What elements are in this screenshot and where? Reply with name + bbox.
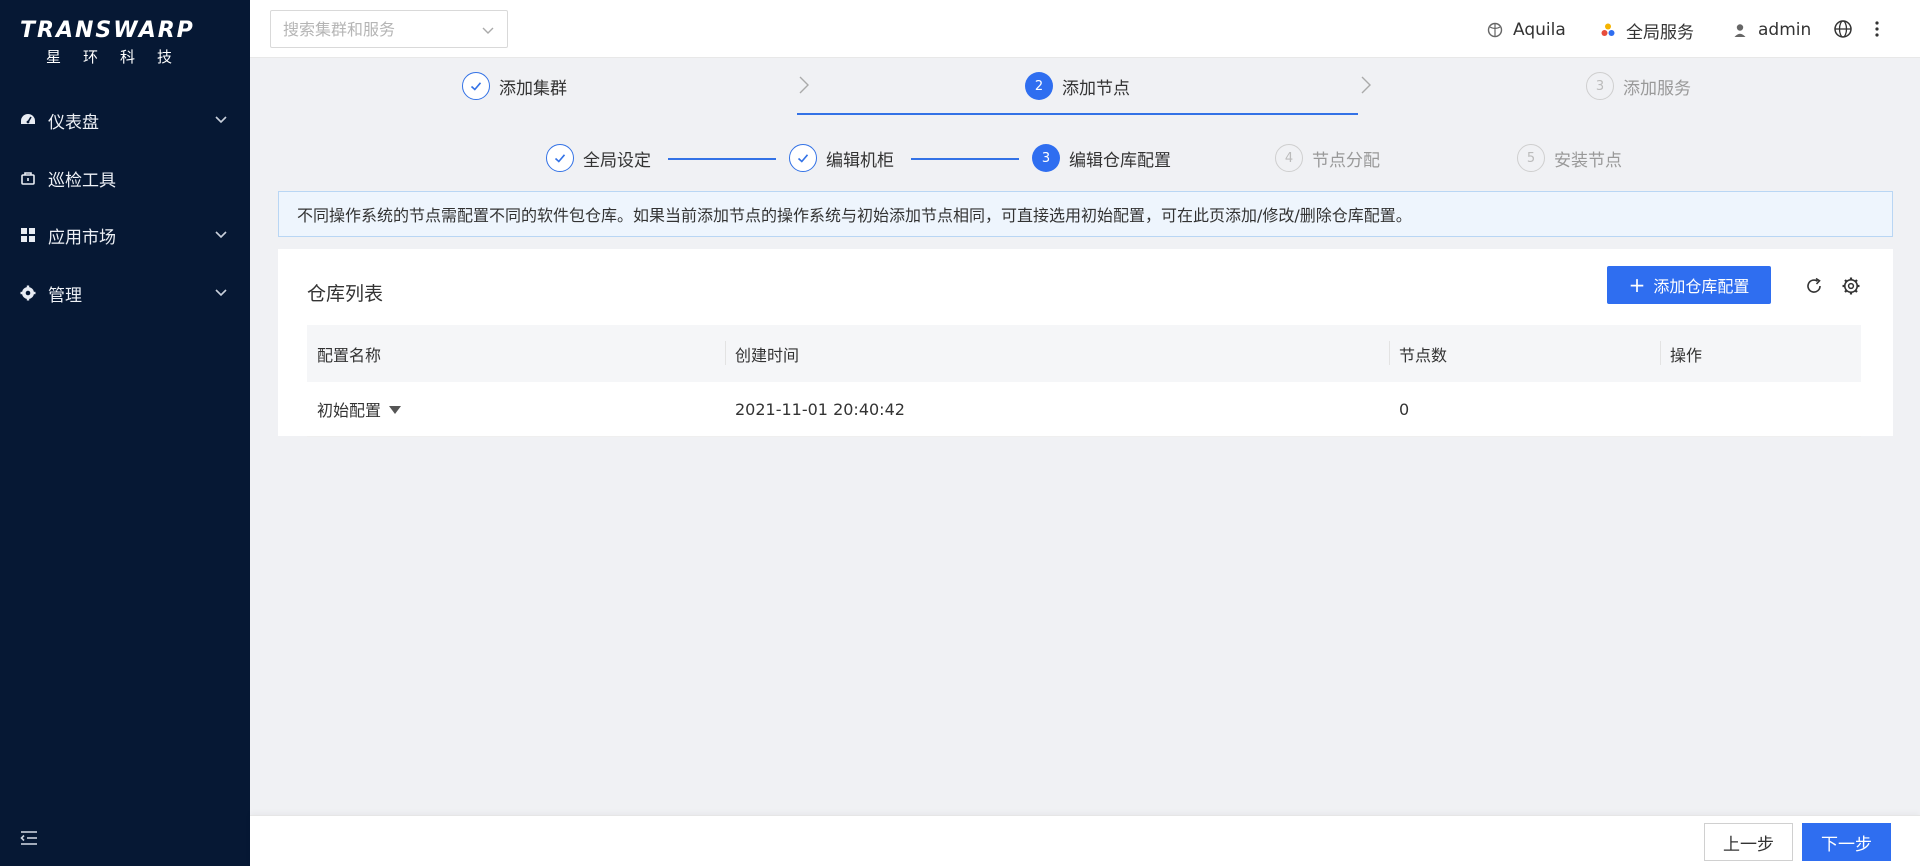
chevron-right-icon	[799, 76, 809, 94]
wizard-footer: 上一步 下一步	[250, 815, 1920, 866]
repo-table: 配置名称 创建时间 节点数 操作 初始配置 2021-11-01 20:40:4…	[307, 325, 1861, 437]
sidebar: TRANSWARP 星环科技 仪表盘 巡检工具 应用市场 管理	[0, 0, 250, 866]
search-input[interactable]	[271, 11, 471, 47]
check-icon	[546, 144, 574, 172]
plus-icon: +	[1628, 273, 1646, 297]
sub-step-install-node[interactable]: 5 安装节点	[1517, 144, 1622, 172]
sidebar-item-inspection[interactable]: 巡检工具	[0, 158, 250, 198]
user-avatar-icon	[1732, 22, 1748, 38]
settings-icon[interactable]	[1841, 276, 1861, 296]
refresh-icon[interactable]	[1804, 276, 1824, 296]
global-services-menu[interactable]: 全局服务	[1600, 18, 1694, 43]
brand-subtitle: 星环科技	[46, 48, 195, 66]
chevron-down-icon	[215, 231, 227, 239]
services-dots-icon	[1600, 22, 1616, 38]
expand-caret-icon[interactable]	[389, 406, 402, 414]
step-label: 编辑仓库配置	[1069, 150, 1171, 171]
cell-node-count: 0	[1399, 399, 1410, 419]
dashboard-icon	[20, 112, 36, 128]
main-content: 添加集群 2 添加节点 3 添加服务 全局设定 编辑机柜 3 编辑仓库配置 4	[250, 59, 1920, 815]
alert-text: 不同操作系统的节点需配置不同的软件包仓库。如果当前添加节点的操作系统与初始添加节…	[297, 206, 1412, 225]
sidebar-item-management[interactable]: 管理	[0, 273, 250, 313]
sub-step-edit-repo-config[interactable]: 3 编辑仓库配置	[1032, 144, 1171, 172]
chevron-down-icon	[215, 116, 227, 124]
global-services-label: 全局服务	[1626, 22, 1694, 43]
step-label: 添加集群	[499, 78, 567, 99]
collapse-sidebar-icon[interactable]	[19, 828, 39, 848]
config-name: 初始配置	[317, 401, 382, 420]
brand-logo[interactable]: TRANSWARP 星环科技	[20, 18, 230, 78]
button-label: 添加仓库配置	[1653, 277, 1750, 296]
sidebar-item-dashboard[interactable]: 仪表盘	[0, 100, 250, 140]
user-name: admin	[1758, 20, 1812, 40]
cell-actions	[1660, 382, 1861, 436]
step-label: 编辑机柜	[826, 150, 894, 171]
user-menu[interactable]: admin	[1732, 18, 1811, 42]
chevron-right-icon	[1361, 76, 1371, 94]
column-header-name: 配置名称	[317, 345, 382, 365]
sub-step-global-settings[interactable]: 全局设定	[546, 144, 651, 172]
step-connector	[911, 158, 1019, 160]
wizard-top-steps: 添加集群 2 添加节点 3 添加服务	[250, 59, 1920, 117]
chevron-down-icon	[215, 289, 227, 297]
next-step-button[interactable]: 下一步	[1802, 823, 1891, 861]
step-number: 3	[1586, 72, 1614, 100]
column-header-nodes: 节点数	[1389, 325, 1660, 382]
repo-list-panel: 仓库列表 + 添加仓库配置 配置名称 创建时间 节点数 操作 初始配置 2021…	[278, 249, 1893, 437]
step-label: 添加节点	[1062, 78, 1130, 99]
more-vertical-icon[interactable]	[1872, 19, 1882, 39]
language-globe-icon[interactable]	[1833, 19, 1853, 39]
cell-created-time: 2021-11-01 20:40:42	[735, 399, 905, 419]
previous-step-button[interactable]: 上一步	[1704, 823, 1793, 861]
step-label: 全局设定	[583, 150, 651, 171]
top-step-add-node[interactable]: 2 添加节点	[1025, 72, 1130, 100]
step-connector	[668, 158, 776, 160]
check-icon	[789, 144, 817, 172]
chevron-down-icon	[482, 27, 494, 34]
sidebar-item-label: 仪表盘	[48, 112, 99, 133]
cell-config-name: 初始配置	[307, 382, 725, 436]
top-header: Aquila 全局服务 admin	[250, 0, 1920, 58]
cluster-icon	[1487, 22, 1503, 38]
cluster-service-search[interactable]	[270, 10, 508, 48]
step-label: 添加服务	[1623, 78, 1691, 99]
info-alert: 不同操作系统的节点需配置不同的软件包仓库。如果当前添加节点的操作系统与初始添加节…	[278, 191, 1893, 237]
check-icon	[462, 72, 490, 100]
top-step-add-cluster[interactable]: 添加集群	[462, 72, 567, 100]
panel-title: 仓库列表	[307, 283, 384, 305]
sub-step-node-allocation[interactable]: 4 节点分配	[1275, 144, 1380, 172]
step-number: 4	[1275, 144, 1303, 172]
cluster-name: Aquila	[1513, 20, 1566, 40]
inspection-icon	[20, 170, 36, 186]
sidebar-item-label: 巡检工具	[48, 170, 116, 191]
column-header-actions: 操作	[1660, 325, 1861, 382]
gear-icon	[20, 285, 36, 301]
sidebar-item-label: 应用市场	[48, 227, 116, 248]
step-number: 2	[1025, 72, 1053, 100]
step-label: 节点分配	[1312, 150, 1380, 171]
column-header-created: 创建时间	[725, 325, 1389, 382]
table-header: 配置名称 创建时间 节点数 操作	[307, 325, 1861, 382]
apps-grid-icon	[20, 227, 36, 243]
sidebar-item-app-market[interactable]: 应用市场	[0, 215, 250, 255]
step-number: 3	[1032, 144, 1060, 172]
sidebar-item-label: 管理	[48, 285, 82, 306]
top-step-add-service[interactable]: 3 添加服务	[1586, 72, 1691, 100]
active-step-underline	[797, 113, 1358, 115]
sub-step-edit-rack[interactable]: 编辑机柜	[789, 144, 894, 172]
step-label: 安装节点	[1554, 150, 1622, 171]
step-number: 5	[1517, 144, 1545, 172]
brand-name: TRANSWARP	[20, 18, 195, 43]
table-row: 初始配置 2021-11-01 20:40:42 0	[307, 382, 1861, 437]
cluster-switcher[interactable]: Aquila	[1487, 18, 1566, 42]
add-repo-config-button[interactable]: + 添加仓库配置	[1607, 266, 1771, 304]
